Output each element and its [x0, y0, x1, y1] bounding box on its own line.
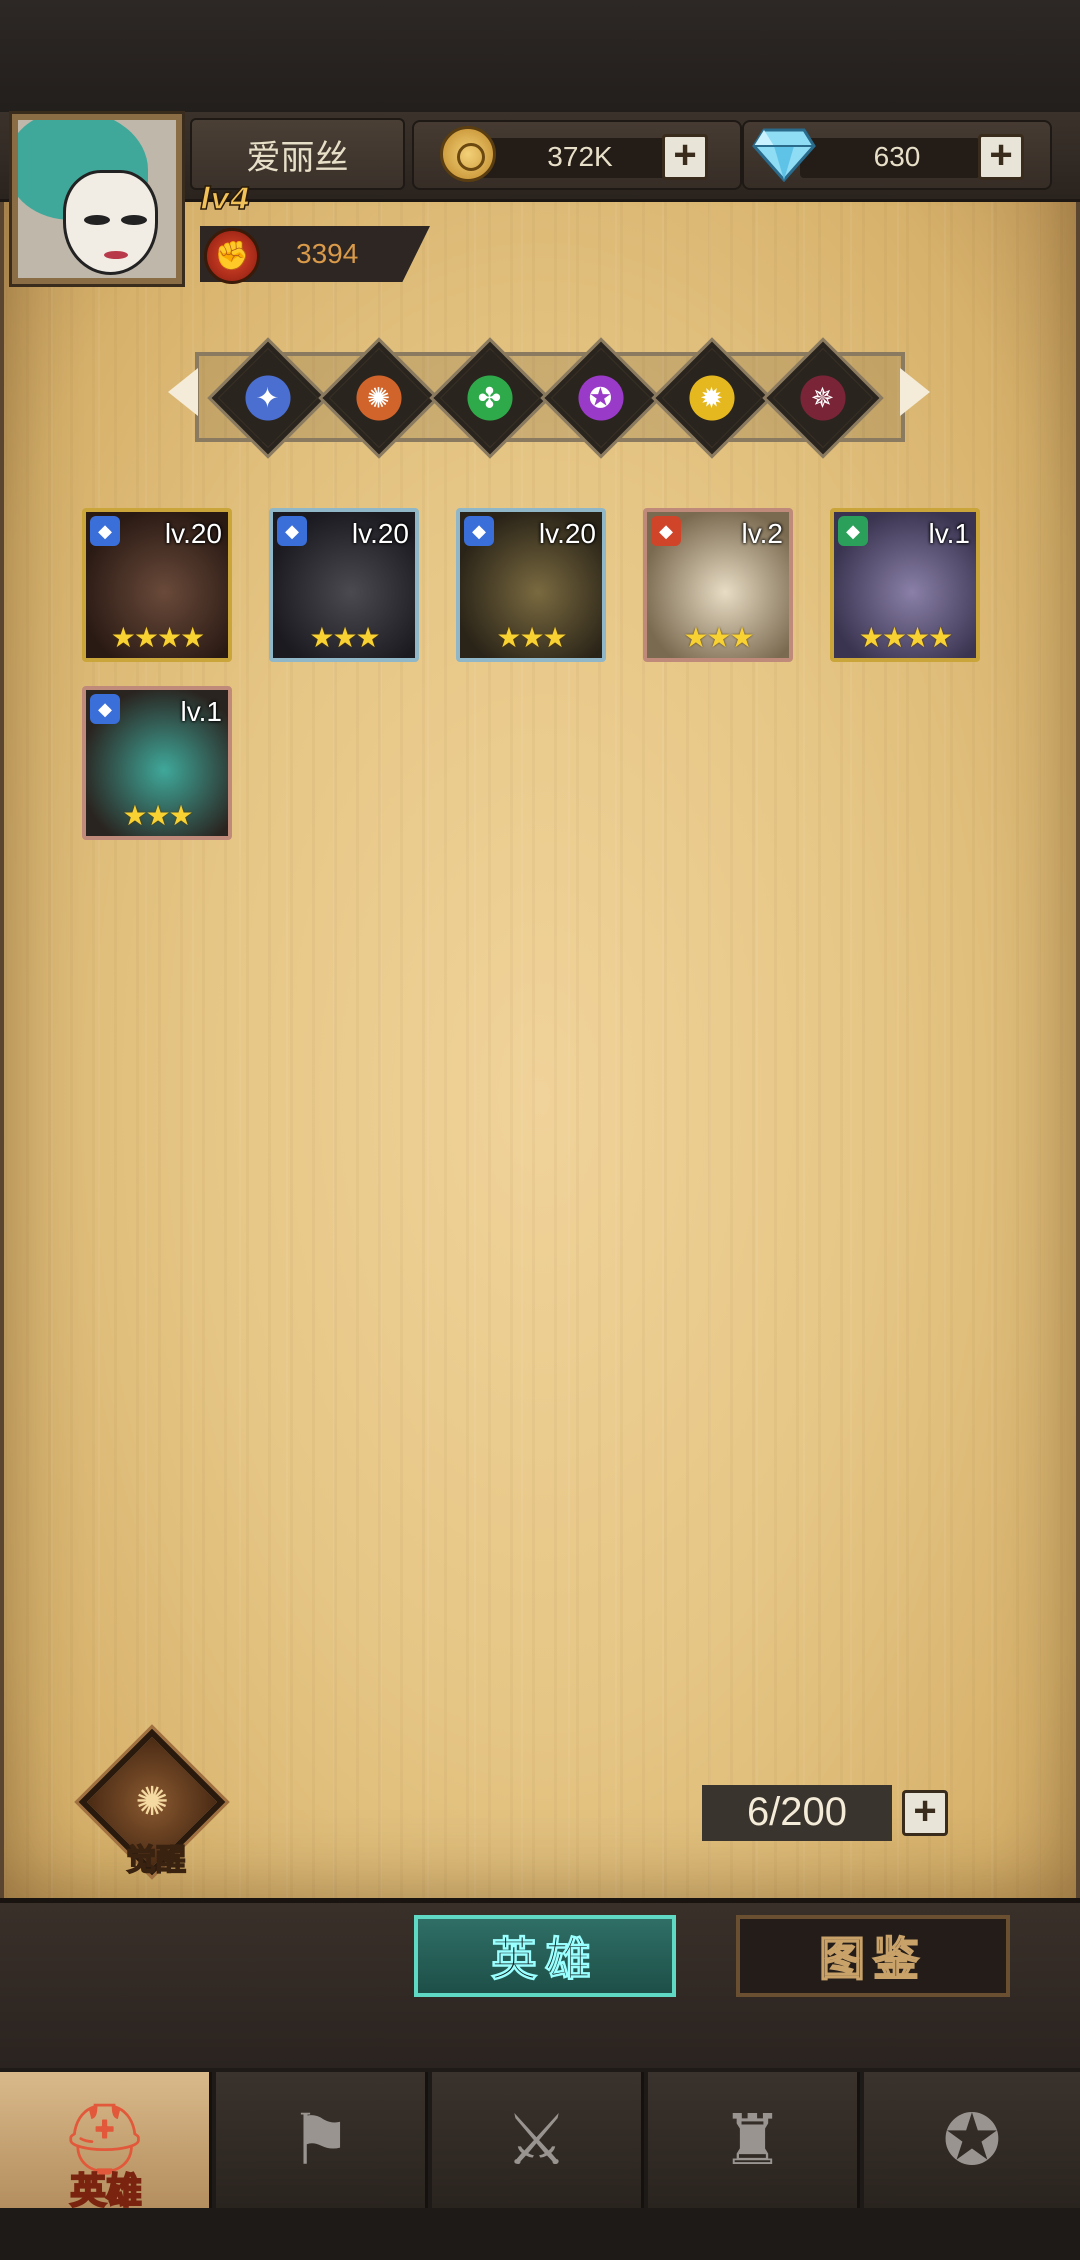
hero-count: 6/200 — [746, 1790, 848, 1834]
hero-stars: ★★★ — [309, 622, 380, 653]
hero-stars: ★★★★ — [110, 622, 205, 653]
tab-heroes[interactable]: 英雄 — [414, 1915, 676, 1997]
hero-card[interactable]: ◆ lv.20 ★★★ — [456, 508, 606, 662]
filter-right-arrow-icon[interactable] — [900, 368, 930, 416]
hero-class-icon: ◆ — [838, 516, 868, 546]
hero-level: lv.20 — [164, 518, 222, 549]
sun-faction-icon: ✹ — [700, 382, 724, 414]
hero-class-icon: ◆ — [90, 694, 120, 724]
hero-class-icon: ◆ — [651, 516, 681, 546]
hero-class-icon: ◆ — [90, 516, 120, 546]
gold-amount: 372K — [547, 141, 613, 172]
hero-stars: ★★★ — [496, 622, 567, 653]
nav-campaign[interactable]: ⚑ — [216, 2072, 428, 2208]
add-gems-button[interactable]: + — [978, 134, 1024, 180]
hero-card[interactable]: ◆ lv.1 ★★★★ — [830, 508, 980, 662]
arcane-faction-icon: ✪ — [589, 382, 613, 414]
top-strip — [0, 0, 1080, 118]
fist-icon: ✊ — [204, 228, 260, 284]
filter-left-arrow-icon[interactable] — [168, 368, 198, 416]
hero-class-icon: ◆ — [277, 516, 307, 546]
nature-faction-icon: ✤ — [478, 382, 502, 414]
hero-level: lv.1 — [180, 696, 223, 727]
gem-amount: 630 — [873, 141, 921, 172]
hero-stars: ★★★★ — [858, 622, 953, 653]
player-name: 爱丽丝 — [246, 138, 349, 178]
hero-level: lv.20 — [351, 518, 409, 549]
light-faction-icon: ✦ — [256, 382, 280, 414]
flag-icon: ⚑ — [289, 2101, 352, 2179]
dark-faction-icon: ✵ — [811, 382, 835, 414]
expand-slots-button[interactable]: + — [902, 1790, 948, 1836]
hero-level: lv.2 — [741, 518, 784, 549]
hero-level: lv.20 — [538, 518, 596, 549]
hero-card[interactable]: ◆ lv.1 ★★★ — [82, 686, 232, 840]
power-value: 3394 — [296, 238, 359, 269]
hero-stars: ★★★ — [683, 622, 754, 653]
hero-card[interactable]: ◆ lv.20 ★★★ — [269, 508, 419, 662]
diamond-icon — [752, 128, 816, 182]
hero-stars: ★★★ — [122, 800, 193, 831]
awaken-label: 觉醒 — [125, 1842, 187, 1879]
gold-coin-icon — [440, 126, 496, 182]
player-avatar[interactable] — [9, 111, 185, 287]
tab-codex[interactable]: 图鉴 — [736, 1915, 1010, 1997]
hero-card[interactable]: ◆ lv.20 ★★★★ — [82, 508, 232, 662]
nav-guild[interactable]: ✪ — [864, 2072, 1080, 2208]
nav-battle[interactable]: ⚔ — [432, 2072, 644, 2208]
handshake-badge-icon: ✪ — [942, 2101, 1002, 2179]
hero-level: lv.1 — [928, 518, 971, 549]
hero-class-icon: ◆ — [464, 516, 494, 546]
fire-faction-icon: ✺ — [367, 382, 391, 414]
crossed-swords-icon: ⚔ — [505, 2101, 568, 2179]
player-level: lv4 — [199, 181, 251, 218]
nav-tower[interactable]: ♜ — [648, 2072, 860, 2208]
castle-icon: ♜ — [721, 2101, 784, 2179]
nav-heroes-label: 英雄 — [69, 2170, 143, 2213]
add-gold-button[interactable]: + — [662, 134, 708, 180]
hero-card[interactable]: ◆ lv.2 ★★★ — [643, 508, 793, 662]
